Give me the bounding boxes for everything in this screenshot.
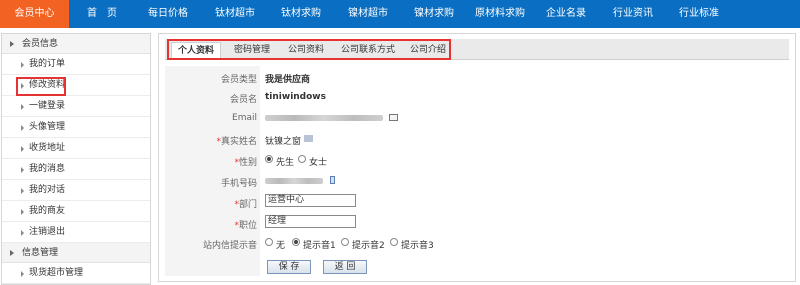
sidebar-item-label: 我的订单 — [29, 59, 66, 69]
notice-radio-2[interactable] — [341, 238, 349, 246]
position-label: *职位 — [234, 221, 257, 231]
nav-daily-price[interactable]: 每日价格 — [148, 0, 188, 28]
gender-radio-male[interactable] — [265, 155, 273, 163]
sidebar-group-label: 会员信息 — [22, 39, 59, 49]
nav-ti-market[interactable]: 钛材超市 — [215, 0, 255, 28]
sidebar-item-label: 注销退出 — [29, 227, 66, 237]
sidebar: 会员信息 我的订单 修改资料 一键登录 头像管理 收货地址 我的消息 我的对话 … — [1, 33, 151, 285]
gender-option-label: 先生 — [276, 158, 295, 168]
sidebar-group-info-manage[interactable]: 信息管理 — [2, 243, 150, 263]
nav-directory[interactable]: 企业名录 — [546, 0, 586, 28]
sidebar-item-label: 现货超市管理 — [29, 268, 84, 278]
notice-radio-3[interactable] — [390, 238, 398, 246]
nav-standards[interactable]: 行业标准 — [679, 0, 719, 28]
sidebar-item-label: 我的消息 — [29, 164, 66, 174]
sidebar-item-orders[interactable]: 我的订单 — [2, 54, 150, 75]
tabs-highlight-box — [167, 39, 451, 60]
chevron-right-icon — [21, 167, 24, 173]
tab-bar: 个人资料 密码管理 公司资料 公司联系方式 公司介绍 — [165, 39, 789, 60]
main-panel: 个人资料 密码管理 公司资料 公司联系方式 公司介绍 会员类型 我是供应商 会员… — [158, 33, 796, 282]
notice-radio-1[interactable] — [292, 238, 300, 246]
sidebar-item-logout[interactable]: 注销退出 — [2, 222, 150, 243]
nav-home[interactable]: 首 页 — [87, 0, 117, 28]
nav-ti-buy[interactable]: 钛材求购 — [281, 0, 321, 28]
dept-input[interactable]: 运营中心 — [265, 194, 356, 207]
sidebar-item-label: 我的商友 — [29, 206, 66, 216]
sidebar-item-label: 头像管理 — [29, 122, 66, 132]
chevron-right-icon — [21, 146, 24, 152]
chevron-right-icon — [21, 188, 24, 194]
chevron-right-icon — [21, 125, 24, 131]
sidebar-item-address[interactable]: 收货地址 — [2, 138, 150, 159]
realname-label: *真实姓名 — [216, 137, 257, 147]
chevron-right-icon — [10, 41, 14, 47]
notice-radio-none[interactable] — [265, 238, 273, 246]
sidebar-item-messages[interactable]: 我的消息 — [2, 159, 150, 180]
chevron-right-icon — [21, 230, 24, 236]
edit-icon[interactable] — [304, 135, 313, 142]
sidebar-item-market-manage[interactable]: 现货超市管理 — [2, 263, 150, 284]
notice-option-label: 提示音2 — [352, 241, 385, 251]
nav-raw-buy[interactable]: 原材料求购 — [475, 0, 525, 28]
gender-radio-female[interactable] — [298, 155, 306, 163]
chevron-right-icon — [21, 104, 24, 110]
highlight-box — [16, 77, 66, 96]
member-name-label: 会员名 — [229, 95, 257, 105]
sidebar-group-label: 信息管理 — [22, 248, 59, 258]
position-input[interactable]: 经理 — [265, 215, 356, 228]
sidebar-item-friends[interactable]: 我的商友 — [2, 201, 150, 222]
gender-option-label: 女士 — [309, 158, 328, 168]
mobile-icon — [330, 176, 335, 184]
sidebar-item-label: 一键登录 — [29, 101, 66, 111]
email-value-redacted — [265, 115, 383, 121]
sidebar-item-dialogs[interactable]: 我的对话 — [2, 180, 150, 201]
back-button[interactable]: 返 回 — [323, 260, 367, 274]
top-nav: 会员中心 首 页 每日价格 钛材超市 钛材求购 镍材超市 镍材求购 原材料求购 … — [0, 0, 800, 28]
member-name-value: tiniwindows — [265, 92, 326, 102]
edit-email-icon[interactable] — [389, 114, 398, 121]
notice-option-label: 提示音3 — [401, 241, 434, 251]
dept-label: *部门 — [234, 200, 257, 210]
sidebar-item-label: 收货地址 — [29, 143, 66, 153]
nav-ni-buy[interactable]: 镍材求购 — [414, 0, 454, 28]
sidebar-group-member-info[interactable]: 会员信息 — [2, 34, 150, 54]
save-button[interactable]: 保 存 — [267, 260, 311, 274]
sidebar-item-label: 我的对话 — [29, 185, 66, 195]
notice-option-label: 提示音1 — [303, 241, 336, 251]
nav-member-center[interactable]: 会员中心 — [0, 0, 69, 28]
chevron-right-icon — [21, 209, 24, 215]
notice-option-label: 无 — [276, 241, 286, 251]
sidebar-item-avatar[interactable]: 头像管理 — [2, 117, 150, 138]
sidebar-item-one-click-login[interactable]: 一键登录 — [2, 96, 150, 117]
chevron-right-icon — [10, 250, 14, 256]
nav-news[interactable]: 行业资讯 — [613, 0, 653, 28]
nav-ni-market[interactable]: 镍材超市 — [348, 0, 388, 28]
notice-label: 站内信提示音 — [202, 241, 257, 251]
phone-value-redacted — [265, 178, 323, 184]
chevron-right-icon — [21, 62, 24, 68]
realname-value: 钛镍之窗 — [265, 137, 302, 147]
chevron-right-icon — [21, 271, 24, 277]
member-type-value: 我是供应商 — [265, 75, 311, 85]
gender-label: *性别 — [234, 158, 257, 168]
member-type-label: 会员类型 — [220, 75, 257, 85]
phone-label: 手机号码 — [220, 179, 257, 189]
email-label: Email — [232, 113, 257, 123]
